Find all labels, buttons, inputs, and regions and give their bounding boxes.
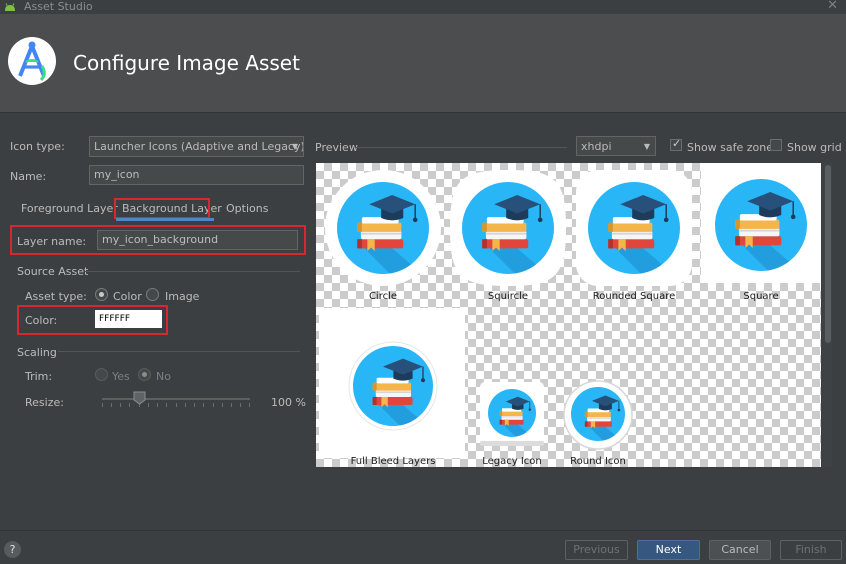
squircle-preview-icon bbox=[450, 170, 566, 286]
tab-options[interactable]: Options bbox=[226, 202, 268, 215]
preview-square bbox=[701, 168, 821, 288]
tab-selected-indicator bbox=[116, 218, 214, 221]
radio-image[interactable] bbox=[146, 288, 159, 301]
preview-label-round: Round Icon bbox=[570, 456, 626, 467]
highlight-box-tab bbox=[114, 198, 210, 219]
tab-foreground-layer[interactable]: Foreground Layer bbox=[21, 202, 118, 215]
scaling-title: Scaling bbox=[17, 346, 57, 359]
preview-scrollbar[interactable] bbox=[822, 163, 832, 467]
cancel-button[interactable]: Cancel bbox=[709, 540, 771, 560]
radio-trim-yes[interactable] bbox=[95, 368, 108, 381]
preview-squircle bbox=[448, 168, 568, 288]
preview-circle bbox=[323, 168, 443, 288]
color-swatch-field[interactable]: FFFFFF bbox=[95, 310, 162, 328]
preview-label-legacy: Legacy Icon bbox=[482, 456, 542, 467]
circle-preview-icon bbox=[325, 170, 441, 286]
resize-value: 100 % bbox=[271, 396, 306, 409]
radio-color-label: Color bbox=[113, 290, 142, 303]
show-safe-zone-checkbox[interactable] bbox=[670, 137, 682, 151]
title-bar: Asset Studio ✕ bbox=[0, 0, 846, 14]
resize-label: Resize: bbox=[25, 396, 64, 409]
section-divider bbox=[85, 271, 300, 272]
close-icon[interactable]: ✕ bbox=[827, 0, 838, 13]
preview-label-square: Square bbox=[743, 291, 779, 302]
resize-slider-thumb[interactable] bbox=[133, 391, 146, 405]
full-bleed-preview-icon bbox=[348, 341, 438, 431]
preview-label: Preview bbox=[315, 141, 358, 154]
preview-label-squircle: Squircle bbox=[487, 291, 529, 302]
density-value: xhdpi bbox=[581, 140, 612, 153]
radio-trim-no-label: No bbox=[156, 370, 171, 383]
round-preview-icon bbox=[563, 380, 633, 450]
previous-button[interactable]: Previous bbox=[565, 540, 628, 560]
page-title: Configure Image Asset bbox=[73, 51, 300, 75]
preview-label-full-bleed: Full Bleed Layers bbox=[350, 456, 436, 467]
icon-type-value: Launcher Icons (Adaptive and Legacy) bbox=[94, 140, 304, 153]
layer-name-label: Layer name: bbox=[17, 235, 87, 248]
radio-color[interactable] bbox=[95, 288, 108, 301]
show-grid-label: Show grid bbox=[787, 141, 842, 154]
resize-slider-ticks bbox=[102, 403, 250, 408]
preview-label-rounded-square: Rounded Square bbox=[592, 291, 676, 302]
section-divider bbox=[58, 351, 300, 352]
asset-type-label: Asset type: bbox=[25, 290, 87, 303]
preview-legacy-icon bbox=[479, 381, 545, 447]
preview-scrollbar-thumb[interactable] bbox=[825, 165, 831, 343]
icon-type-select[interactable]: Launcher Icons (Adaptive and Legacy) ▼ bbox=[89, 136, 304, 157]
help-icon[interactable]: ? bbox=[4, 541, 21, 558]
rounded-square-preview-icon bbox=[576, 170, 692, 286]
preview-canvas: Circle Squircle Rounded Square Square Fu… bbox=[316, 163, 821, 467]
density-select[interactable]: xhdpi ▼ bbox=[576, 136, 656, 156]
dropdown-arrow-icon: ▼ bbox=[643, 142, 650, 151]
dropdown-arrow-icon: ▼ bbox=[291, 142, 298, 151]
legacy-preview-icon bbox=[480, 382, 544, 446]
android-icon bbox=[5, 3, 15, 11]
square-preview-icon bbox=[715, 179, 807, 271]
preview-round-icon bbox=[562, 379, 634, 451]
section-divider bbox=[355, 147, 567, 148]
finish-button[interactable]: Finish bbox=[780, 540, 842, 560]
wizard-header: Configure Image Asset bbox=[0, 14, 846, 113]
trim-label: Trim: bbox=[25, 370, 53, 383]
icon-type-label: Icon type: bbox=[10, 140, 65, 153]
name-label: Name: bbox=[10, 170, 47, 183]
radio-image-label: Image bbox=[165, 290, 200, 303]
show-grid-checkbox[interactable] bbox=[770, 139, 782, 151]
preview-full-bleed bbox=[348, 341, 438, 431]
preview-label-circle: Circle bbox=[368, 291, 398, 302]
name-field[interactable]: my_icon bbox=[89, 165, 304, 185]
radio-trim-yes-label: Yes bbox=[112, 370, 130, 383]
radio-trim-no[interactable] bbox=[138, 368, 151, 381]
android-studio-logo-icon bbox=[8, 37, 56, 85]
resize-slider-track[interactable] bbox=[102, 398, 250, 400]
window-title: Asset Studio bbox=[24, 0, 93, 13]
preview-rounded-square bbox=[574, 168, 694, 288]
show-safe-zone-label: Show safe zone bbox=[687, 141, 774, 154]
color-label: Color: bbox=[25, 314, 58, 327]
source-asset-title: Source Asset bbox=[17, 265, 89, 278]
next-button[interactable]: Next bbox=[637, 540, 700, 560]
layer-name-field[interactable]: my_icon_background bbox=[97, 230, 298, 250]
